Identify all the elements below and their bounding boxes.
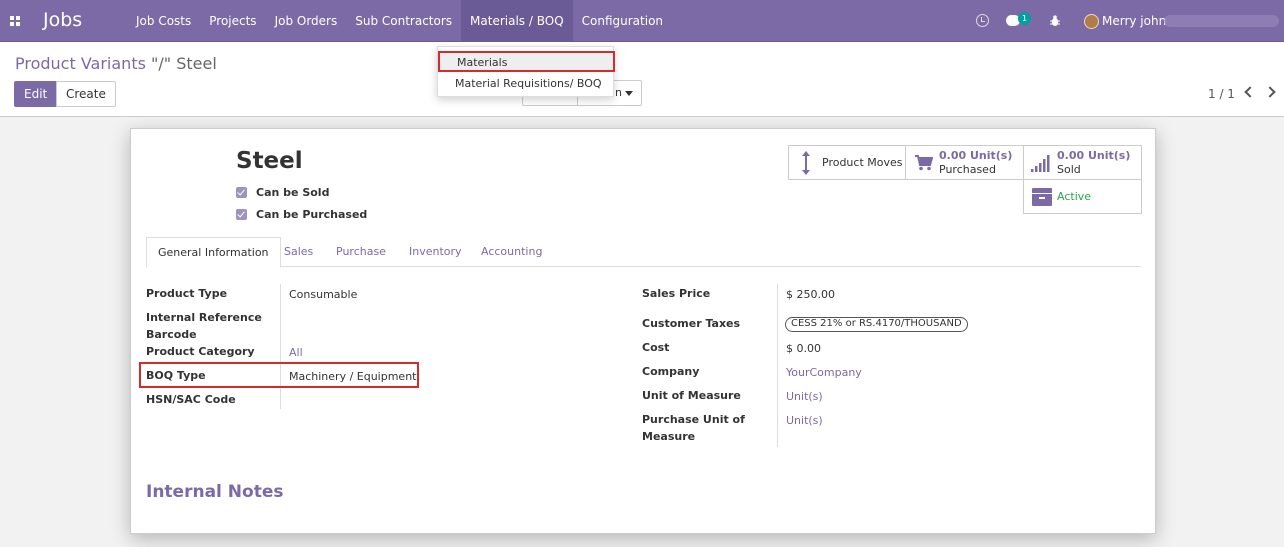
user-avatar[interactable] — [1084, 14, 1099, 29]
customer-taxes-label: Customer Taxes — [642, 317, 741, 330]
sold-value: 0.00 Unit(s) — [1057, 149, 1131, 162]
control-panel: Product Variants "/" Steel Edit Create n… — [0, 42, 1284, 117]
customer-tax-tag[interactable]: CESS 21% or RS.4170/THOUSAND — [785, 317, 968, 332]
caret-down-icon — [625, 91, 633, 96]
top-navbar: Jobs Job Costs Projects Job Orders Sub C… — [0, 0, 1284, 42]
can-be-sold-checkbox[interactable] — [236, 187, 247, 198]
signal-bars-icon — [1031, 155, 1050, 172]
internal-notes-title: Internal Notes — [146, 482, 284, 502]
can-be-sold-label: Can be Sold — [256, 186, 330, 199]
hsn-sac-code-label: HSN/SAC Code — [146, 393, 236, 406]
form-sheet: Steel Can be Sold Can be Purchased Produ… — [130, 128, 1156, 534]
breadcrumb-current: "/" Steel — [151, 54, 217, 73]
sold-button[interactable]: 0.00 Unit(s) Sold — [1023, 145, 1142, 180]
product-moves-button[interactable]: Product Moves — [788, 145, 906, 180]
tab-general-information[interactable]: General Information — [146, 237, 281, 268]
tab-inventory[interactable]: Inventory — [409, 245, 462, 258]
chevron-right-icon[interactable] — [1264, 86, 1276, 98]
app-brand[interactable]: Jobs — [43, 9, 82, 31]
edit-button[interactable]: Edit — [14, 81, 58, 107]
can-be-purchased-checkbox[interactable] — [236, 209, 247, 220]
can-be-purchased-label: Can be Purchased — [256, 208, 368, 221]
barcode-label: Barcode — [146, 328, 197, 341]
apps-icon[interactable] — [10, 16, 20, 26]
purchased-value: 0.00 Unit(s) — [939, 149, 1013, 162]
materials-boq-dropdown: Materials Material Requisitions/ BOQ — [437, 46, 615, 97]
product-name: Steel — [236, 148, 303, 174]
unit-of-measure-label: Unit of Measure — [642, 389, 741, 402]
boq-type-label: BOQ Type — [146, 369, 206, 382]
tab-accounting[interactable]: Accounting — [481, 245, 542, 258]
company-label: Company — [642, 365, 700, 378]
left-group-divider — [280, 284, 281, 409]
clock-icon[interactable] — [976, 14, 989, 27]
menu-sub-contractors[interactable]: Sub Contractors — [346, 0, 461, 42]
tab-purchase[interactable]: Purchase — [336, 245, 386, 258]
product-type-label: Product Type — [146, 287, 228, 300]
menu-item-materials[interactable]: Materials — [438, 51, 615, 72]
chevron-left-icon[interactable] — [1244, 86, 1256, 98]
archive-icon — [1032, 188, 1052, 206]
chat-count-badge: 1 — [1018, 12, 1031, 25]
product-category-label: Product Category — [146, 345, 255, 358]
boq-type-field[interactable]: Machinery / Equipment — [289, 370, 417, 383]
purchased-button[interactable]: 0.00 Unit(s) Purchased — [905, 145, 1024, 180]
menu-materials-boq[interactable]: Materials / BOQ — [461, 0, 573, 42]
blurred-database-name — [1164, 15, 1279, 27]
product-moves-label: Product Moves — [822, 156, 903, 169]
active-label: Active — [1057, 190, 1092, 203]
menu-job-costs[interactable]: Job Costs — [127, 0, 200, 42]
cost-label: Cost — [642, 341, 670, 354]
company-field[interactable]: YourCompany — [786, 366, 862, 379]
product-type-field[interactable]: Consumable — [289, 288, 357, 301]
unit-of-measure-field[interactable]: Unit(s) — [786, 390, 823, 403]
notebook-tabs: General Information Sales Purchase Inven… — [146, 237, 1141, 268]
main-menu: Job Costs Projects Job Orders Sub Contra… — [127, 0, 672, 42]
purchase-uom-label-line1: Purchase Unit of — [642, 413, 745, 426]
purchase-uom-field[interactable]: Unit(s) — [786, 414, 823, 427]
breadcrumb-parent[interactable]: Product Variants — [15, 54, 146, 73]
user-name[interactable]: Merry john — [1102, 14, 1166, 28]
right-group-divider — [777, 284, 778, 447]
tab-sales[interactable]: Sales — [284, 245, 313, 258]
create-button[interactable]: Create — [56, 81, 116, 107]
sales-price-field[interactable]: $ 250.00 — [786, 288, 835, 301]
cart-icon — [915, 155, 933, 171]
menu-configuration[interactable]: Configuration — [573, 0, 672, 42]
menu-item-material-requisitions[interactable]: Material Requisitions/ BOQ — [438, 74, 615, 94]
sold-label: Sold — [1057, 163, 1081, 176]
active-toggle-button[interactable]: Active — [1023, 179, 1142, 214]
sales-price-label: Sales Price — [642, 287, 711, 300]
purchased-label: Purchased — [939, 163, 996, 176]
purchase-uom-label-line2: Measure — [642, 430, 696, 443]
vertical-arrows-icon — [802, 151, 810, 175]
menu-job-orders[interactable]: Job Orders — [266, 0, 347, 42]
action-label: n — [615, 86, 622, 99]
internal-reference-label: Internal Reference — [146, 311, 262, 324]
cost-field[interactable]: $ 0.00 — [786, 342, 821, 355]
breadcrumb: Product Variants "/" Steel — [15, 54, 217, 73]
menu-projects[interactable]: Projects — [200, 0, 265, 42]
bug-icon[interactable] — [1050, 15, 1060, 27]
pager-value: 1 / 1 — [1208, 87, 1235, 101]
product-category-field[interactable]: All — [289, 346, 303, 359]
